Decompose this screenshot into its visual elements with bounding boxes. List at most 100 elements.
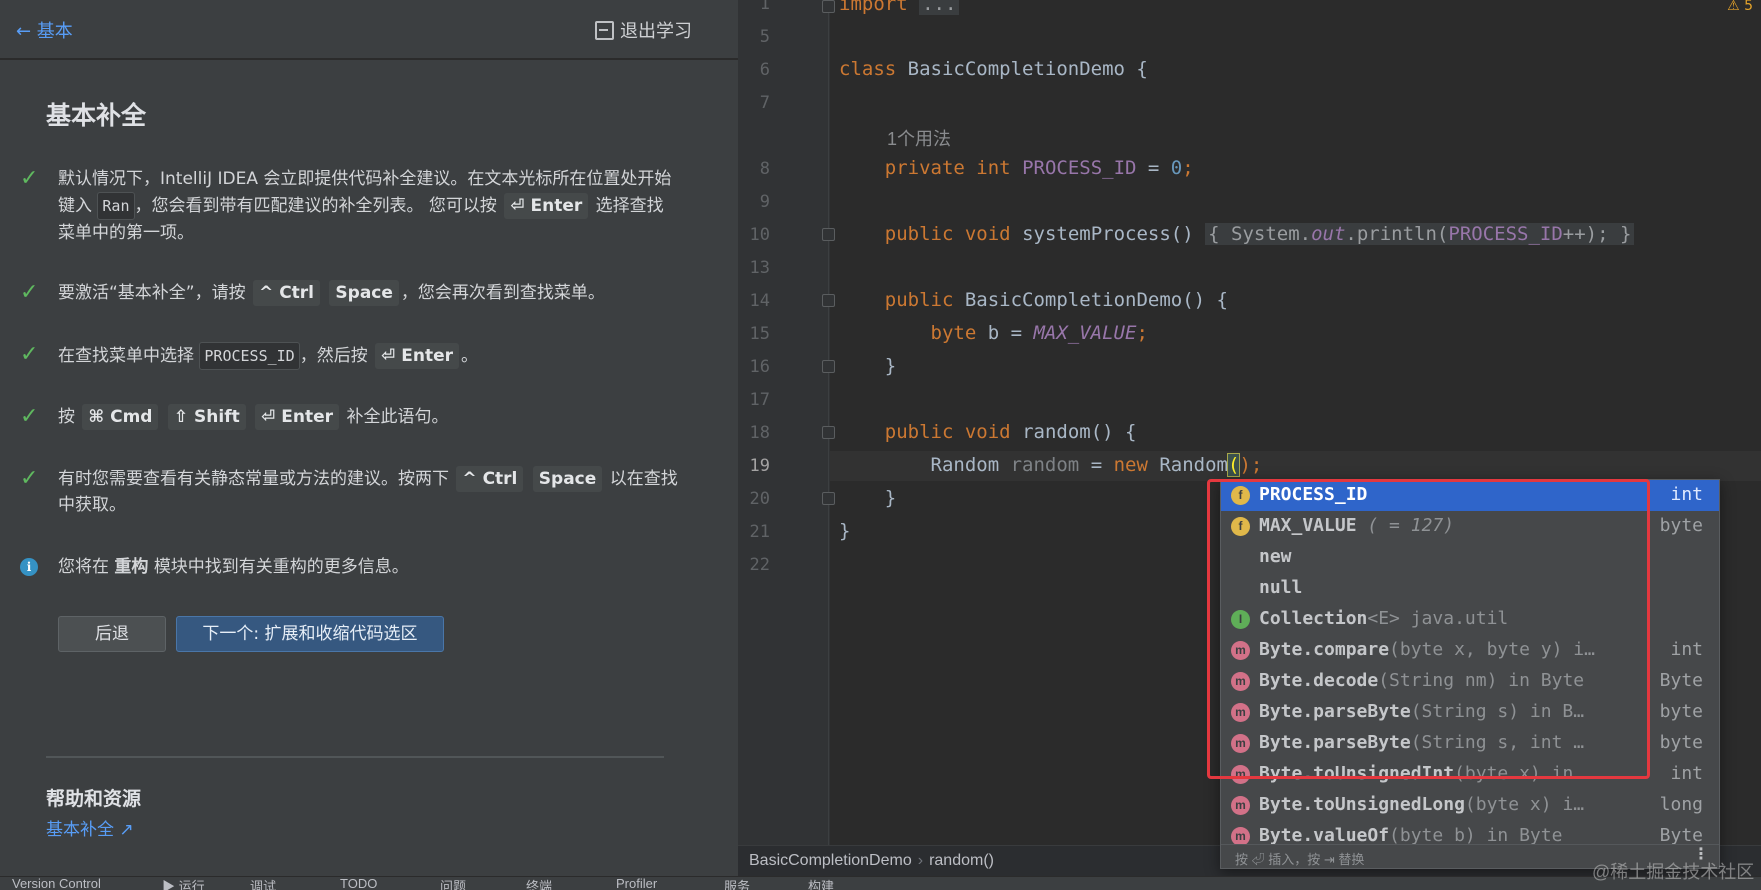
keyword: private bbox=[884, 157, 965, 179]
code-text: .println( bbox=[1345, 223, 1449, 245]
completion-tail: (byte x) in … bbox=[1454, 763, 1595, 784]
fold-toggle[interactable] bbox=[822, 294, 835, 307]
shortcut-key: ^ Ctrl bbox=[456, 466, 524, 492]
field-name: MAX_VALUE bbox=[1033, 322, 1137, 344]
operator: = bbox=[1079, 454, 1114, 476]
completion-type: Byte bbox=[1659, 670, 1703, 691]
back-to-module-link[interactable]: ← 基本 bbox=[16, 17, 73, 43]
tool-terminal[interactable]: 终端 bbox=[526, 877, 552, 890]
learn-panel: ← 基本 退出学习 基本补全 ✓ 默认情况下，IntelliJ IDEA 会立即… bbox=[0, 0, 738, 876]
folded-imports[interactable]: ... bbox=[919, 0, 960, 15]
keyword: public bbox=[884, 421, 954, 443]
code-line-10: public void systemProcess() { System.out… bbox=[839, 223, 1635, 245]
completion-item[interactable]: m Byte.decode(String nm) in Byte Byte bbox=[1221, 666, 1719, 697]
completion-tail: (String s) in B… bbox=[1410, 701, 1585, 722]
line-number: 7 bbox=[759, 93, 770, 113]
completion-name: Collection bbox=[1259, 608, 1368, 629]
type-name: Random bbox=[1147, 454, 1228, 476]
keyword: void bbox=[964, 223, 1011, 245]
fold-toggle[interactable] bbox=[822, 492, 835, 505]
code-line-15: byte b = MAX_VALUE; bbox=[839, 322, 1148, 344]
info-icon-wrap: i bbox=[20, 554, 58, 580]
breadcrumb-class[interactable]: BasicCompletionDemo bbox=[749, 852, 912, 869]
warning-indicator[interactable]: ⚠ 5 bbox=[1727, 0, 1753, 14]
completion-tail: (String nm) in Byte bbox=[1378, 670, 1585, 691]
completion-item[interactable]: new bbox=[1221, 542, 1719, 573]
breadcrumb-method[interactable]: random() bbox=[929, 852, 994, 869]
field-icon: f bbox=[1231, 517, 1250, 536]
tool-profiler[interactable]: Profiler bbox=[616, 877, 657, 890]
learn-header: ← 基本 退出学习 bbox=[0, 0, 738, 60]
lesson-step: ✓ 默认情况下，IntelliJ IDEA 会立即提供代码补全建议。在文本光标所… bbox=[20, 166, 680, 246]
step-text: 按 ⌘ Cmd ⇧ Shift ⏎ Enter 补全此语句。 bbox=[58, 404, 448, 430]
completion-name: Byte.toUnsignedLong bbox=[1259, 794, 1465, 815]
next-lesson-button[interactable]: 下一个: 扩展和收缩代码选区 bbox=[176, 616, 444, 652]
step-text-part: ，您会看到带有匹配建议的补全列表。 您可以按 bbox=[134, 196, 497, 216]
completion-type: Byte bbox=[1659, 825, 1703, 846]
line-number: 18 bbox=[749, 423, 770, 443]
step-text-part: 要激活“基本补全”，请按 bbox=[58, 283, 246, 303]
usage-inlay-hint[interactable]: 1个用法 bbox=[887, 125, 951, 151]
line-number: 22 bbox=[749, 555, 770, 575]
completion-item[interactable]: f MAX_VALUE ( = 127) byte bbox=[1221, 511, 1719, 542]
tool-version-control[interactable]: Version Control bbox=[12, 877, 101, 890]
completion-item[interactable]: f PROCESS_ID int bbox=[1221, 480, 1719, 511]
line-number: 14 bbox=[749, 291, 770, 311]
completion-item[interactable]: m Byte.parseByte(String s, int … byte bbox=[1221, 728, 1719, 759]
interface-icon: I bbox=[1231, 610, 1250, 629]
completion-tail: (String s, int … bbox=[1410, 732, 1585, 753]
completion-item[interactable]: m Byte.toUnsignedInt(byte x) in … int bbox=[1221, 759, 1719, 790]
line-number: 10 bbox=[749, 225, 770, 245]
help-link-basic-completion[interactable]: 基本补全 ↗ bbox=[46, 815, 134, 840]
completion-name: Byte.parseByte bbox=[1259, 701, 1411, 722]
fold-toggle[interactable] bbox=[822, 426, 835, 439]
completion-popup: f PROCESS_ID int f MAX_VALUE ( = 127) by… bbox=[1220, 479, 1720, 869]
line-number: 1 bbox=[759, 0, 770, 14]
exit-label: 退出学习 bbox=[620, 21, 692, 42]
code-line-6: class BasicCompletionDemo { bbox=[839, 58, 1148, 80]
completion-tail: (byte b) in Byte bbox=[1389, 825, 1563, 846]
number-literal: 0 bbox=[1170, 157, 1183, 179]
field-name: out bbox=[1311, 223, 1346, 245]
help-section-title: 帮助和资源 bbox=[46, 788, 142, 810]
lesson-step: ✓ 有时您需要查看有关静态常量或方法的建议。按两下 ^ Ctrl Space 以… bbox=[20, 466, 680, 518]
tool-todo[interactable]: TODO bbox=[340, 877, 377, 890]
folded-body[interactable]: { System.out.println(PROCESS_ID++); } bbox=[1205, 223, 1635, 245]
code-text: ++); bbox=[1562, 223, 1609, 245]
tool-run[interactable]: ▶ 运行 bbox=[162, 877, 205, 890]
step-text-part: ，然后按 bbox=[299, 346, 368, 366]
code-line-18: public void random() { bbox=[839, 421, 1137, 443]
completion-type: int bbox=[1670, 763, 1703, 784]
completion-tail: (byte x, byte y) i… bbox=[1389, 639, 1595, 660]
completion-type: byte bbox=[1659, 701, 1703, 722]
keyword: public bbox=[884, 289, 954, 311]
tool-debug[interactable]: 调试 bbox=[250, 877, 276, 890]
completion-item[interactable]: m Byte.toUnsignedLong(byte x) i… long bbox=[1221, 790, 1719, 821]
completion-item[interactable]: null bbox=[1221, 573, 1719, 604]
class-declaration: BasicCompletionDemo { bbox=[907, 58, 1148, 80]
shortcut-key: ⏎ Enter bbox=[504, 193, 589, 219]
inline-code: Ran bbox=[97, 192, 135, 220]
shortcut-key: ⇧ Shift bbox=[167, 404, 246, 430]
completion-item[interactable]: I Collection<E> java.util bbox=[1221, 604, 1719, 635]
keyword: byte bbox=[930, 322, 977, 344]
completion-item[interactable]: m Byte.parseByte(String s) in B… byte bbox=[1221, 697, 1719, 728]
completion-type: byte bbox=[1659, 732, 1703, 753]
line-number: 20 bbox=[749, 489, 770, 509]
fold-toggle[interactable] bbox=[822, 0, 835, 13]
field-icon: f bbox=[1231, 486, 1250, 505]
line-number-current: 19 bbox=[749, 456, 770, 476]
tool-window-bar: Version Control ▶ 运行 调试 TODO 问题 终端 Profi… bbox=[0, 876, 1761, 890]
info-note: i 您将在 重构 模块中找到有关重构的更多信息。 bbox=[20, 554, 680, 580]
tool-services[interactable]: 服务 bbox=[724, 877, 750, 890]
info-text-part: 您将在 bbox=[58, 557, 109, 577]
exit-learning-button[interactable]: 退出学习 bbox=[595, 17, 692, 43]
fold-toggle[interactable] bbox=[822, 228, 835, 241]
previous-lesson-button[interactable]: 后退 bbox=[58, 616, 166, 652]
tool-build[interactable]: 构建 bbox=[808, 877, 834, 890]
tool-problems[interactable]: 问题 bbox=[440, 877, 466, 890]
fold-toggle[interactable] bbox=[822, 360, 835, 373]
completion-item[interactable]: m Byte.compare(byte x, byte y) i… int bbox=[1221, 635, 1719, 666]
step-text-part: ，您会再次看到查找菜单。 bbox=[400, 283, 605, 303]
completion-tail: <E> java.util bbox=[1367, 608, 1509, 629]
